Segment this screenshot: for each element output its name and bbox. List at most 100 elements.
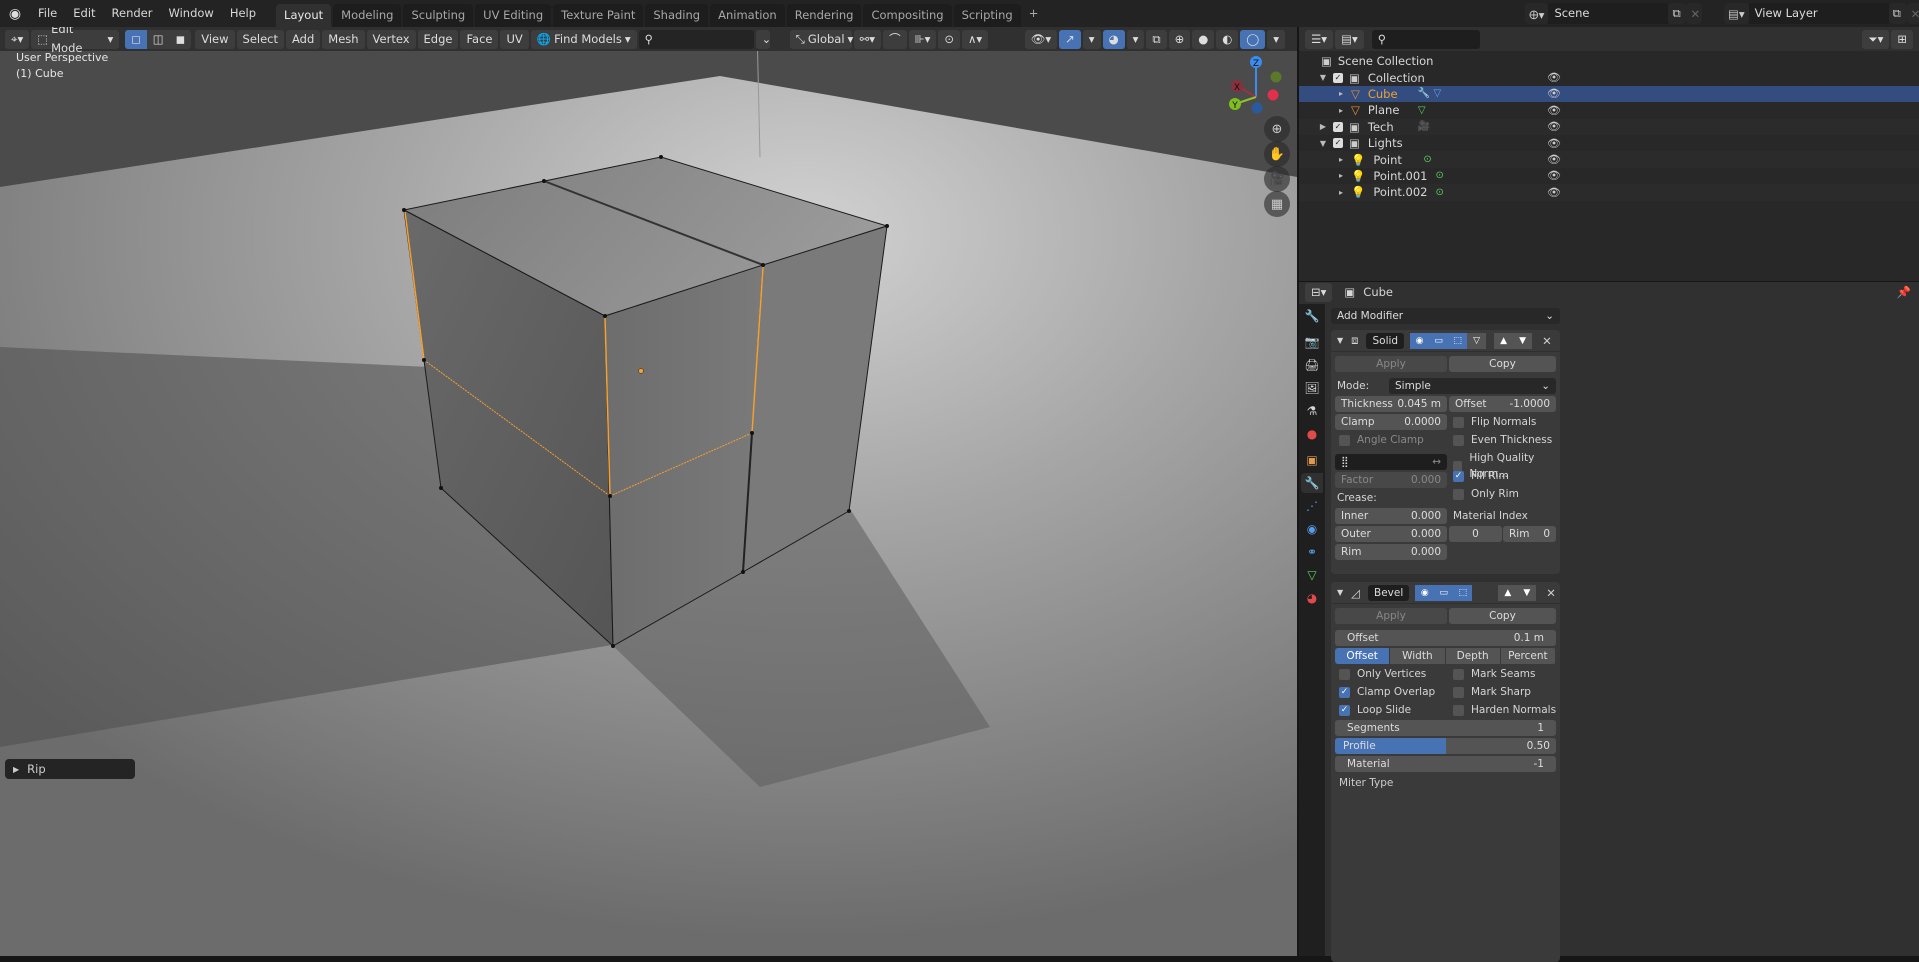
edit-mode-toggle-icon[interactable]: ⬚ — [1448, 332, 1468, 349]
viewport-menu-add[interactable]: Add — [286, 29, 321, 49]
display-mode-dropdown[interactable]: ▤▾ — [1335, 29, 1364, 49]
viewport-menu-mesh[interactable]: Mesh — [322, 29, 365, 49]
add-workspace-button[interactable]: + — [1023, 2, 1045, 25]
outliner-row-plane[interactable]: ▸ ▽ Plane ▽ 👁 — [1299, 102, 1919, 118]
tab-texture-paint[interactable]: Texture Paint — [553, 4, 644, 27]
find-models-button[interactable]: 🌐 Find Models ▾ — [530, 29, 637, 49]
shading-dropdown[interactable]: ▾ — [1267, 29, 1285, 49]
outliner-root[interactable]: ▣ Scene Collection — [1299, 53, 1919, 69]
on-cage-toggle-icon[interactable]: ▽ — [1467, 332, 1487, 349]
factor-field[interactable]: Factor 0.000 — [1335, 472, 1447, 488]
flip-normals-checkbox[interactable]: Flip Normals — [1453, 414, 1536, 430]
scene-icon[interactable]: 🜨▾ — [1525, 3, 1549, 24]
move-down-icon[interactable]: ▼ — [1513, 332, 1533, 349]
segments-field[interactable]: Segments 1 — [1335, 720, 1556, 736]
delete-scene-icon[interactable]: ✕ — [1686, 3, 1703, 24]
light-data-icon[interactable]: ⊙ — [1436, 187, 1444, 198]
expand-triangle-icon[interactable]: ▸ — [1335, 171, 1347, 180]
outliner-editor-type-icon[interactable]: ☰▾ — [1305, 29, 1334, 49]
collapse-triangle-icon[interactable]: ▼ — [1337, 336, 1343, 345]
even-thickness-checkbox[interactable]: Even Thickness — [1453, 432, 1552, 448]
pan-hand-icon[interactable]: ✋ — [1264, 141, 1290, 167]
view-layer-tab-icon[interactable]: 🖼 — [1301, 378, 1323, 398]
outliner-row-point-002[interactable]: ▸ 💡 Point.002 ⊙ 👁 — [1299, 184, 1919, 201]
blender-logo-icon[interactable]: ◉ — [0, 0, 30, 27]
visibility-eye-icon[interactable]: 👁 — [1547, 87, 1561, 100]
camera-icon[interactable]: 🎥 — [1418, 121, 1430, 132]
edit-mode-toggle-icon[interactable]: ⬚ — [1453, 584, 1473, 601]
visibility-eye-icon[interactable]: 👁 — [1547, 71, 1561, 84]
tab-layout[interactable]: Layout — [276, 4, 332, 27]
clamp-overlap-checkbox[interactable]: ✓ Clamp Overlap — [1339, 684, 1435, 700]
render-toggle-icon[interactable]: ◉ — [1410, 332, 1430, 349]
viewport-menu-edge[interactable]: Edge — [417, 29, 459, 49]
outliner-row-point-001[interactable]: ▸ 💡 Point.001 ⊙ 👁 — [1299, 168, 1919, 184]
solid-shading-icon[interactable]: ● — [1192, 29, 1215, 49]
visibility-eye-icon[interactable]: 👁 — [1547, 186, 1561, 199]
solidify-copy-button[interactable]: Copy — [1449, 356, 1556, 372]
only-rim-checkbox[interactable]: Only Rim — [1453, 486, 1519, 502]
mesh-data-icon[interactable]: ▽ — [1418, 105, 1426, 116]
light-data-icon[interactable]: ⊙ — [1436, 170, 1444, 181]
collapse-triangle-icon[interactable]: ▼ — [1317, 73, 1329, 82]
output-tab-icon[interactable]: 🖨 — [1301, 355, 1323, 375]
exclude-checkbox[interactable]: ✓ — [1333, 138, 1343, 149]
render-tab-icon[interactable]: 📷 — [1301, 332, 1323, 352]
expand-triangle-icon[interactable]: ▶ — [1317, 122, 1329, 131]
exclude-checkbox[interactable]: ✓ — [1333, 72, 1343, 83]
menu-edit[interactable]: Edit — [65, 0, 103, 27]
width-type-width[interactable]: Width — [1390, 648, 1446, 664]
constraints-tab-icon[interactable]: ⚭ — [1301, 542, 1323, 562]
move-up-icon[interactable]: ▲ — [1494, 332, 1514, 349]
wireframe-shading-icon[interactable]: ⊕ — [1168, 29, 1191, 49]
harden-normals-checkbox[interactable]: Harden Normals — [1453, 702, 1556, 718]
scene-tab-icon[interactable]: ⚗ — [1301, 401, 1323, 421]
proportional-edit-icon[interactable]: ⊙ — [938, 29, 960, 49]
material-offset-field[interactable]: 0 — [1449, 526, 1502, 542]
face-select-mode-icon[interactable]: ◼ — [169, 29, 192, 49]
tab-scripting[interactable]: Scripting — [953, 4, 1021, 27]
invert-vertex-group-icon[interactable]: ↔ — [1432, 454, 1441, 470]
tab-rendering[interactable]: Rendering — [786, 4, 862, 27]
outliner-row-lights[interactable]: ▼ ✓ ▣ Lights 👁 — [1299, 135, 1919, 151]
outliner-row-tech[interactable]: ▶ ✓ ▣ Tech 🎥 👁 — [1299, 118, 1919, 135]
width-type-offset[interactable]: Offset — [1335, 648, 1391, 664]
visibility-eye-icon[interactable]: 👁 — [1547, 153, 1561, 166]
add-modifier-dropdown[interactable]: Add Modifier ⌄ — [1331, 308, 1560, 324]
expand-triangle-icon[interactable]: ▸ — [1335, 89, 1347, 98]
viewport-toggle-icon[interactable]: ▭ — [1434, 584, 1454, 601]
xray-toggle-icon[interactable]: ⧉ — [1146, 29, 1167, 49]
material-rim-offset-field[interactable]: Rim 0 — [1503, 526, 1556, 542]
outliner-row-cube[interactable]: ▸ ▽ Cube 🔧 ▽ 👁 — [1299, 85, 1919, 103]
modifier-and-mesh-data-icon[interactable]: 🔧 ▽ — [1418, 88, 1441, 99]
collapse-triangle-icon[interactable]: ▼ — [1317, 139, 1329, 148]
orthographic-toggle-icon[interactable]: ▦ — [1264, 191, 1290, 217]
viewport-menu-select[interactable]: Select — [236, 29, 284, 49]
camera-view-icon[interactable]: 🎥 — [1264, 166, 1290, 192]
remove-modifier-icon[interactable]: ✕ — [1546, 586, 1556, 600]
visibility-eye-icon[interactable]: 👁 — [1547, 104, 1561, 117]
editor-type-button[interactable]: ⌖▾ — [5, 29, 30, 49]
outliner-row-point[interactable]: ▸ 💡 Point ⊙ 👁 — [1299, 151, 1919, 168]
thickness-field[interactable]: Thickness 0.045 m — [1335, 396, 1447, 412]
solidify-offset-field[interactable]: Offset -1.0000 — [1449, 396, 1556, 412]
overlays-toggle-icon[interactable]: ◕ — [1102, 29, 1125, 49]
gizmo-toggle-icon[interactable]: ↗ — [1059, 29, 1081, 49]
mark-seams-checkbox[interactable]: Mark Seams — [1453, 666, 1536, 682]
overlays-dropdown[interactable]: ▾ — [1126, 29, 1145, 49]
scene-name-field[interactable]: Scene — [1548, 3, 1669, 24]
visibility-eye-icon[interactable]: 👁 — [1547, 169, 1561, 182]
edge-select-mode-icon[interactable]: ◫ — [146, 29, 170, 49]
last-operator-panel[interactable]: ▶ Rip — [5, 759, 135, 779]
particles-tab-icon[interactable]: ⋰ — [1301, 496, 1323, 516]
zoom-icon[interactable]: ⊕ — [1264, 116, 1290, 142]
viewport-menu-vertex[interactable]: Vertex — [366, 29, 416, 49]
width-type-percent[interactable]: Percent — [1500, 648, 1556, 664]
only-vertices-checkbox[interactable]: Only Vertices — [1339, 666, 1426, 682]
filter-dropdown[interactable]: ⏷▾ — [1862, 29, 1890, 49]
tab-animation[interactable]: Animation — [710, 4, 785, 27]
rim-crease-field[interactable]: Rim 0.000 — [1335, 544, 1447, 560]
bevel-material-field[interactable]: Material -1 — [1335, 756, 1556, 772]
mark-sharp-checkbox[interactable]: Mark Sharp — [1453, 684, 1531, 700]
mode-selector[interactable]: ⬚ Edit Mode ▾ — [31, 27, 120, 55]
